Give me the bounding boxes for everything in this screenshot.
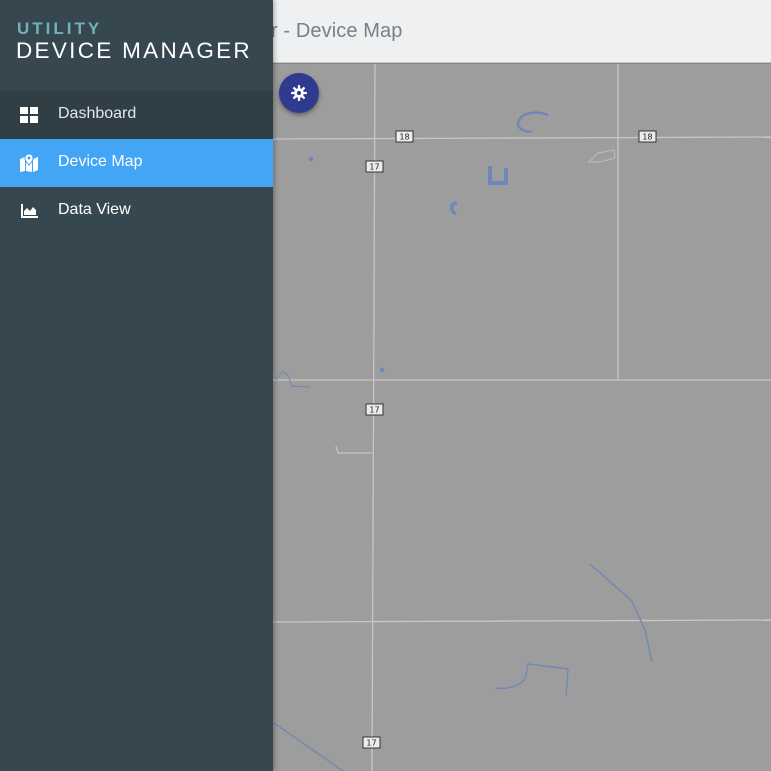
water-features (273, 111, 653, 771)
road-shield-label: 17 (369, 406, 379, 415)
brand-logo: UTILITY DEVICE MANAGER (0, 0, 273, 91)
nav-drawer: UTILITY DEVICE MANAGER Dashboard Device … (0, 0, 273, 771)
stream (516, 111, 549, 133)
brand-line2: DEVICE MANAGER (16, 38, 252, 63)
gear-icon (291, 85, 307, 101)
road (272, 619, 771, 623)
road-shield: 18 (395, 130, 414, 143)
nav-item-label: Dashboard (58, 105, 137, 122)
stream (495, 663, 569, 697)
road (335, 445, 372, 454)
nav-item-device-map[interactable]: Device Map (0, 139, 273, 187)
road-network (272, 64, 771, 771)
map-marker-icon (20, 154, 38, 172)
road-shield-label: 18 (399, 133, 409, 142)
pond (449, 201, 458, 216)
water-points (308, 156, 385, 373)
settings-button[interactable] (279, 73, 319, 113)
road-shield: 18 (638, 130, 657, 143)
brand-line1: UTILITY (17, 19, 103, 38)
road-shield-label: 17 (366, 739, 376, 748)
stream (273, 722, 344, 771)
stream (275, 370, 311, 388)
nav-item-data-view[interactable]: Data View (0, 187, 273, 235)
nav-item-dashboard[interactable]: Dashboard (0, 91, 273, 139)
road-shield-label: 18 (642, 133, 652, 142)
stream (589, 563, 653, 663)
pond (308, 156, 314, 162)
page-title: r - Device Map (271, 20, 403, 42)
area-chart-icon (21, 204, 38, 218)
road (272, 136, 771, 140)
pond (379, 367, 385, 373)
road-shield: 17 (365, 403, 384, 416)
road-shield: 17 (365, 160, 384, 173)
road-shield: 17 (362, 736, 381, 749)
nav-item-label: Device Map (58, 153, 143, 170)
dashboard-grid-icon (20, 107, 38, 123)
road-shield-label: 17 (369, 163, 379, 172)
terrain-outline (587, 149, 616, 163)
nav-item-label: Data View (58, 201, 131, 218)
lake (488, 166, 508, 185)
